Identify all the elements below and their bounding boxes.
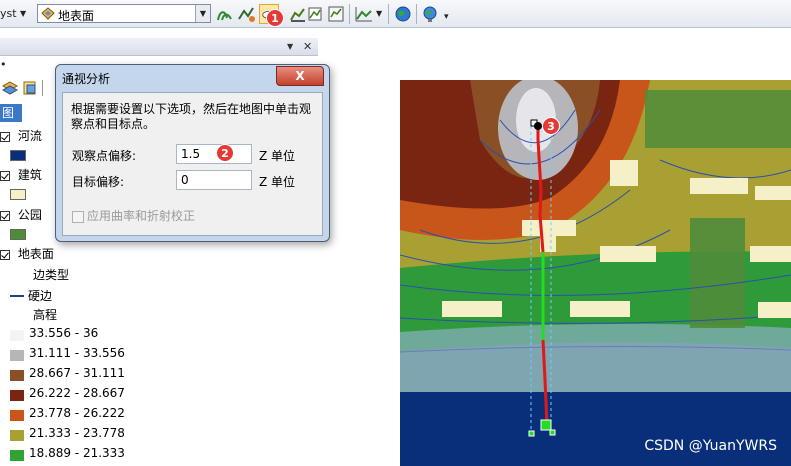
legend-label: 23.778 - 26.222 [29, 406, 125, 420]
building [758, 302, 791, 318]
marker-2: 2 [216, 144, 234, 162]
toolbar-separator [388, 4, 389, 24]
toc-menu-arrow-icon[interactable]: ▼ [287, 42, 293, 51]
legend-swatch [10, 390, 24, 401]
toc-toolbar-strip [260, 58, 318, 72]
watermark-text: CSDN @YuanYWRS [644, 438, 777, 454]
map-view[interactable] [400, 80, 791, 466]
hard-edge-line-icon [10, 295, 24, 297]
toolbar-separator [416, 4, 417, 24]
building [610, 160, 638, 186]
edge-type-label: 边类型 [33, 268, 70, 282]
toc-layers-tab[interactable]: 图层 [0, 104, 22, 138]
building [755, 186, 791, 200]
dropdown-arrow-icon[interactable]: ▼ [20, 9, 26, 18]
target-point [540, 419, 552, 431]
layer-visibility-checkbox[interactable] [0, 249, 10, 260]
elevation-label: 高程 [33, 308, 58, 322]
target-offset-unit: Z 单位 [259, 175, 296, 189]
layer-visibility-checkbox[interactable] [0, 210, 10, 221]
target-offset-input[interactable]: 0 [176, 170, 252, 190]
layer-row-river[interactable]: 河流 [0, 127, 42, 147]
layer-name: 地表面 [17, 247, 54, 261]
layer-row-building[interactable]: 建筑 [0, 166, 42, 186]
legend-label: 18.889 - 21.333 [29, 446, 125, 460]
building [690, 178, 748, 194]
legend-swatch [10, 430, 24, 441]
building [442, 301, 502, 317]
layer-visibility-checkbox[interactable] [0, 131, 10, 142]
target-handle [528, 430, 535, 437]
dialog-body: 根据需要设置以下选项，然后在地图中单击观察点和目标点。 观察点偏移: 1.5 Z… [62, 92, 323, 236]
steepest-path-icon[interactable] [236, 4, 256, 24]
globe-icon[interactable] [393, 4, 413, 24]
toolbar-overflow-icon[interactable]: ▾ [444, 12, 449, 22]
legend-label: 26.222 - 28.667 [29, 386, 125, 400]
dialog-description: 根据需要设置以下选项，然后在地图中单击观察点和目标点。 [71, 102, 312, 131]
curvature-checkbox[interactable]: 应用曲率和折射校正 [72, 207, 195, 224]
legend-swatch [10, 350, 24, 361]
toc-tools-divider [42, 80, 43, 96]
toc-header-fragment: • [0, 58, 7, 71]
layer-combo[interactable]: 地表面 ▼ [37, 4, 211, 23]
building-swatch [10, 189, 26, 200]
toolbar-separator [349, 4, 350, 24]
observer-offset-input[interactable]: 1.5 [176, 144, 252, 164]
observer-offset-unit: Z 单位 [259, 149, 296, 163]
curvature-label: 应用曲率和折射校正 [87, 209, 196, 223]
terrain-chart-dropdown-icon[interactable]: ▼ [376, 9, 382, 18]
layer-row-park[interactable]: 公园 [0, 206, 42, 226]
layer-name: 建筑 [17, 168, 42, 182]
legend-swatch [10, 450, 24, 461]
legend-label: 31.111 - 33.556 [29, 346, 125, 360]
toolbar: yst ▼ 地表面 ▼ 1 ▼ ▾ [0, 0, 791, 28]
layer-name: 河流 [17, 129, 42, 143]
building [522, 220, 576, 236]
surface-tool-icon[interactable] [326, 4, 346, 24]
layer-name: 公园 [17, 208, 42, 222]
target-offset-label: 目标偏移: [72, 175, 125, 189]
toc-close-icon[interactable]: ✕ [303, 40, 312, 53]
toolbar-left-text: yst [0, 7, 17, 20]
legend-label: 28.667 - 31.111 [29, 366, 125, 380]
chevron-down-icon[interactable]: ▼ [195, 5, 210, 22]
layer-combo-value: 地表面 [58, 9, 95, 23]
dialog-title: 通视分析 [62, 72, 111, 86]
marker-3: 3 [542, 117, 560, 135]
observer-offset-label: 观察点偏移: [72, 149, 137, 163]
layer-row-surface[interactable]: 地表面 [0, 245, 54, 265]
layer-visibility-checkbox[interactable] [0, 170, 10, 181]
river-swatch [10, 150, 26, 161]
target-handle [549, 429, 556, 436]
park-swatch [10, 229, 26, 240]
river-area [400, 390, 791, 466]
legend-label: 21.333 - 23.778 [29, 426, 125, 440]
list-by-source-icon[interactable] [22, 80, 38, 96]
checkbox-box[interactable] [72, 210, 84, 223]
building [750, 246, 791, 262]
legend-label: 33.556 - 36 [29, 326, 99, 340]
terrain-chart-icon[interactable] [354, 4, 374, 24]
list-by-drawing-icon[interactable] [2, 80, 18, 96]
legend-swatch [10, 370, 24, 381]
stack-profile-icon[interactable] [305, 4, 325, 24]
hard-edge-label: 硬边 [28, 289, 53, 303]
park-area [690, 218, 745, 328]
legend-swatch [10, 410, 24, 421]
earth-view-icon[interactable] [420, 4, 440, 24]
legend-swatch [10, 330, 24, 341]
marker-1: 1 [266, 9, 284, 27]
park-area [645, 90, 791, 148]
building [600, 246, 656, 262]
observer-point [534, 122, 542, 130]
contour-tool-icon[interactable] [215, 4, 235, 24]
toc-title-bar: ▼ ✕ [0, 38, 318, 56]
layer-diamond-icon [41, 7, 55, 20]
building [570, 301, 630, 317]
line-of-sight-dialog: 通视分析 X 根据需要设置以下选项，然后在地图中单击观察点和目标点。 观察点偏移… [55, 64, 330, 242]
